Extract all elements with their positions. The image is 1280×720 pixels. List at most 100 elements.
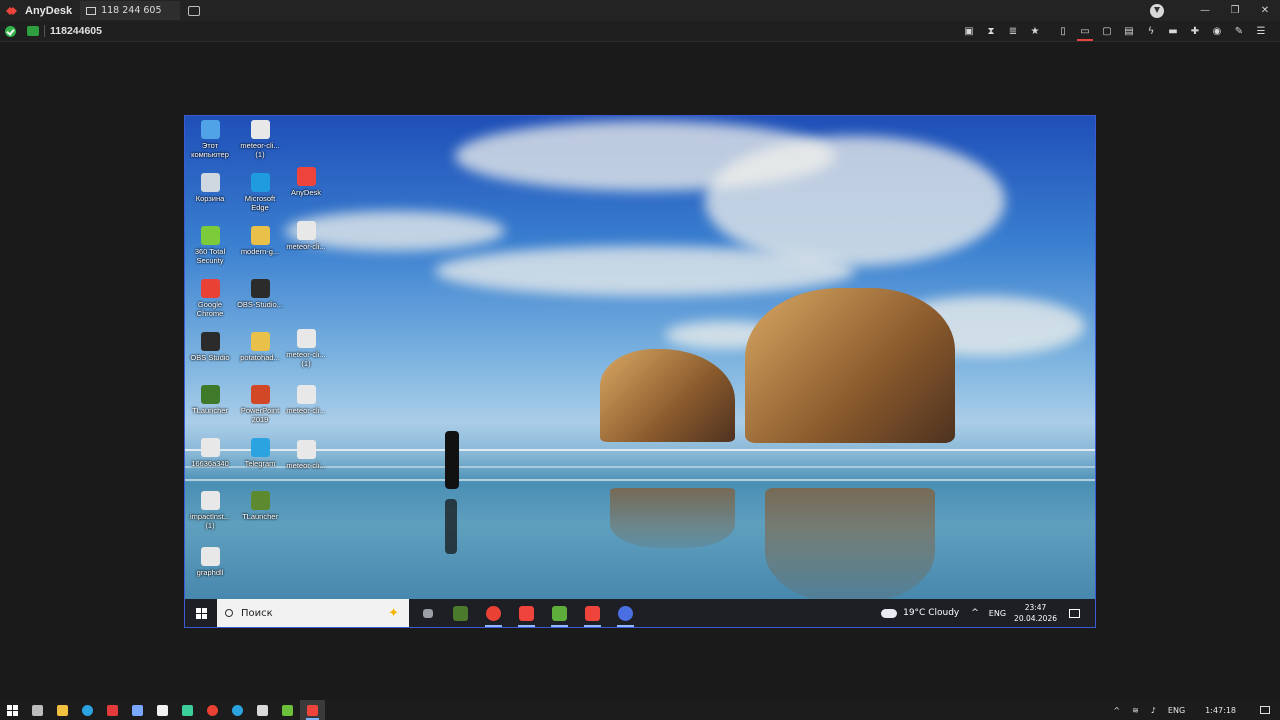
explorer-icon [57,704,68,716]
chrome-icon[interactable] [477,599,510,627]
desktop-app-icon [250,279,270,298]
desktop-icon[interactable]: 16636a340 [185,438,235,468]
file-icon[interactable]: ▯ [1052,22,1074,40]
desktop-icon[interactable]: meteor-cli... [281,385,331,415]
app-icon[interactable] [250,700,275,720]
restore-button[interactable]: ❐ [1220,5,1250,16]
desktop-icon[interactable]: OBS Studio [185,332,235,362]
remote-date: 20.04.2026 [1014,614,1057,623]
connected-check-icon [5,25,16,37]
cloud-icon [881,608,898,618]
wallpaper-wave [185,479,1095,481]
notification-icon[interactable] [1069,608,1080,618]
desktop-app-icon [200,279,220,298]
app-icon[interactable] [125,700,150,720]
host-language-indicator[interactable]: ENG [1168,706,1185,715]
tlauncher-icon[interactable] [543,599,576,627]
chrome-icon[interactable] [200,700,225,720]
wallpaper-rock [745,288,955,443]
desktop-icon[interactable]: 360 Total Security [185,226,235,265]
wifi-icon[interactable]: ≋ [1132,706,1139,715]
message-icon[interactable]: ▤ [1118,22,1140,40]
close-button[interactable]: ✕ [1250,5,1280,16]
desktop-icon[interactable]: potatohad... [235,332,285,362]
language-indicator[interactable]: ENG [989,609,1006,618]
desktop-icon[interactable]: TLauncher [185,385,235,415]
desktop-icon[interactable]: modern-g... [235,226,285,256]
anydesk-icon[interactable] [300,700,325,720]
desktop-icon[interactable]: Этот компьютер [185,120,235,159]
desktop-icon-label: TLauncher [192,406,228,415]
desktop-icon-label: Этот компьютер [191,141,229,159]
hourglass-icon[interactable]: ⧗ [980,22,1002,40]
task-view-icon [422,608,433,618]
app-icon[interactable] [175,700,200,720]
desktop-icon[interactable]: meteor-cli... [281,221,331,251]
remote-screen[interactable]: Этот компьютер meteor-cli... (1) Корзина Mi… [184,115,1096,628]
chevron-up-icon[interactable]: ^ [1113,706,1120,715]
task-view-icon[interactable] [25,700,50,720]
tlauncher-icon [552,605,567,621]
chevron-up-icon[interactable]: ^ [971,608,979,618]
desktop-icon[interactable]: meteor-cli... (1) [281,329,331,368]
new-session-icon[interactable] [188,5,201,16]
desktop-icon[interactable]: meteor-cli... [281,440,331,470]
database-icon[interactable]: ≣ [1002,22,1024,40]
screenshot-icon[interactable]: ▣ [958,22,980,40]
puzzle-icon[interactable]: ✚ [1184,22,1206,40]
desktop-icon[interactable]: meteor-cli... (1) [235,120,285,159]
desktop-icon[interactable]: AnyDesk [281,167,331,197]
session-tab[interactable]: 118 244 605 [80,1,181,20]
task-view-icon [32,704,43,716]
app-icon[interactable] [609,599,642,627]
download-icon[interactable] [1150,3,1164,18]
telegram-icon[interactable] [225,700,250,720]
remote-search-box[interactable]: Поиск ✦ [217,599,409,627]
host-start-button[interactable] [0,700,25,720]
task-view-icon[interactable] [411,599,444,627]
session-toolbar: 118244605 ▣ ⧗ ≣ ★ ▯ ▭ ▢ ▤ ϟ ▬ ✚ ◉ ✎ ☰ [0,21,1280,42]
desktop-icon[interactable]: Корзина [185,173,235,203]
shield-icon [27,26,39,36]
anydesk-logo-icon [5,3,21,19]
lightning-icon[interactable]: ϟ [1140,22,1162,40]
explorer-icon[interactable] [50,700,75,720]
desktop-app-icon [250,438,270,457]
anydesk-icon[interactable] [510,599,543,627]
wallpaper-runner-reflection [445,499,457,554]
pen-icon[interactable]: ✎ [1228,22,1250,40]
telegram-icon[interactable] [75,700,100,720]
app-icon [618,605,633,621]
notification-icon[interactable] [1260,706,1270,714]
start-button[interactable] [185,599,217,627]
display-icon[interactable]: ▭ [1074,22,1096,41]
weather-widget[interactable]: 19°C Cloudy [881,608,959,618]
store-icon[interactable] [150,700,175,720]
desktop-icon[interactable]: Google Chrome [185,279,235,318]
sparkle-icon: ✦ [388,605,399,621]
chat-icon[interactable]: ▢ [1096,22,1118,40]
remote-time: 23:47 [1024,603,1047,612]
minimize-button[interactable]: — [1190,5,1220,16]
menu-icon[interactable]: ☰ [1250,22,1272,40]
wps-icon [107,704,118,716]
monitor-icon [86,6,97,15]
desktop-icon[interactable]: Microsoft Edge [235,173,285,212]
star-icon[interactable]: ★ [1024,22,1046,40]
desktop-icon[interactable]: OBS-Studio... [235,279,285,309]
anydesk-icon[interactable] [576,599,609,627]
desktop-icon[interactable]: Telegram [235,438,285,468]
host-clock[interactable]: 1:47:18 [1205,706,1236,715]
divider [44,25,45,37]
desktop-icon[interactable]: graphdll [185,547,235,577]
desktop-icon[interactable]: impactlnst... (1) [185,491,235,530]
minecraft-icon[interactable] [275,700,300,720]
wps-icon[interactable] [100,700,125,720]
minecraft-icon[interactable] [444,599,477,627]
desktop-icon[interactable]: PowerPoint 2019 [235,385,285,424]
record-icon[interactable]: ◉ [1206,22,1228,40]
desktop-icon[interactable]: TLauncher [235,491,285,521]
remote-clock[interactable]: 23:47 20.04.2026 [1014,602,1057,624]
volume-icon[interactable]: ♪ [1151,706,1156,715]
keyboard-icon[interactable]: ▬ [1162,22,1184,40]
